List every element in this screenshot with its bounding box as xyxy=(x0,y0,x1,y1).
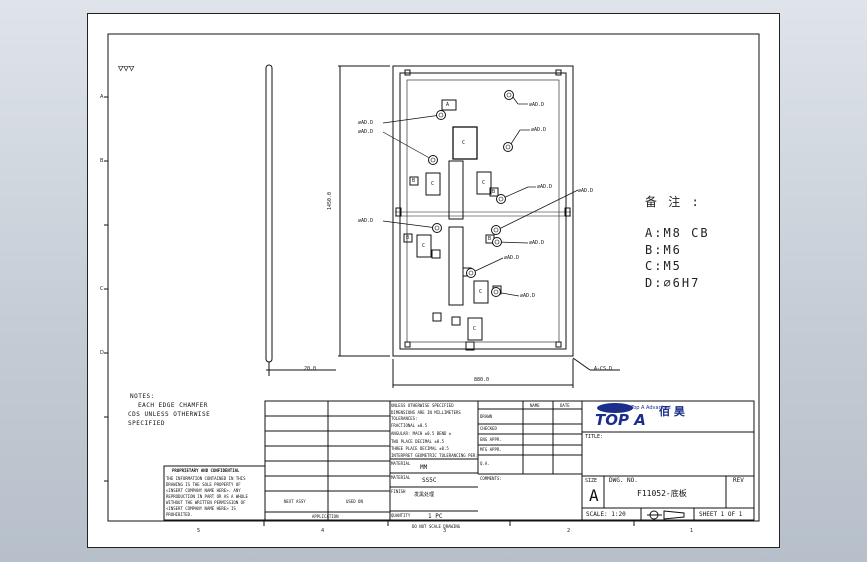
block-letter: B xyxy=(488,236,492,242)
legend-title: 备 注 : xyxy=(645,195,701,209)
block-letter: C xyxy=(482,180,486,186)
hole-label: ∅AD.D xyxy=(504,255,520,261)
tb-drawn: DRAWN xyxy=(480,414,493,419)
tb-angular: ANGULAR: MACH ±0.5 BEND ± xyxy=(391,431,452,436)
tb-two-place: TWO PLACE DECIMAL ±0.5 xyxy=(391,439,444,444)
tb-interpret: INTERPRET GEOMETRIC TOLERANCING PER: xyxy=(391,453,478,458)
tb-unless: UNLESS OTHERWISE SPECIFIED xyxy=(391,403,454,408)
proprietary-line: REPRODUCTION IN PART OR AS A WHOLE xyxy=(166,494,248,499)
tb-finish-label: FINISH xyxy=(391,489,406,494)
tb-finish: 发黑处理 xyxy=(414,492,435,498)
section-label: A-CS.D xyxy=(594,366,613,372)
tb-material-label2: MATERIAL xyxy=(391,475,411,480)
border-mark: B xyxy=(100,158,104,164)
tb-date: DATE xyxy=(560,403,570,408)
hole-label: ∅AD.D xyxy=(529,240,545,246)
logo-cn-text: 佰 昊 xyxy=(659,404,685,418)
tb-mm: MM xyxy=(420,464,428,471)
tb-size-label: SIZE xyxy=(585,478,598,484)
tb-qa: Q.A. xyxy=(480,461,490,466)
tb-size: A xyxy=(589,486,599,505)
tb-used-on: USED ON xyxy=(346,499,363,504)
notes-line: SPECIFIED xyxy=(128,420,166,427)
proprietary-line: DRAWING IS THE SOLE PROPERTY OF xyxy=(166,482,241,487)
block-letter: C xyxy=(422,243,426,249)
tb-eng-appr: ENG APPR. xyxy=(480,437,502,442)
tb-quantity: 1 PC xyxy=(428,513,443,520)
tb-next-assy: NEXT ASSY xyxy=(284,499,306,504)
border-mark: A xyxy=(100,94,104,100)
block-letter: C xyxy=(479,289,483,295)
legend-item: C:M5 xyxy=(645,259,682,273)
notes-heading: NOTES: xyxy=(130,393,155,400)
tb-material: SS5C xyxy=(422,477,437,484)
border-mark: 1 xyxy=(690,528,694,534)
tb-scale: SCALE: 1:20 xyxy=(586,511,626,518)
tb-three-place: THREE PLACE DECIMAL ±0.5 xyxy=(391,446,449,451)
block-letter: C xyxy=(473,326,477,332)
hole-label: ∅AD.D xyxy=(578,188,594,194)
tb-sheet: SHEET 1 OF 1 xyxy=(699,511,743,518)
block-letter: B xyxy=(412,178,416,184)
tb-application: APPLICATION xyxy=(312,514,339,519)
tb-name: NAME xyxy=(530,403,540,408)
thickness-dimension: 20.0 xyxy=(304,366,317,372)
tb-do-not-scale: DO NOT SCALE DRAWING xyxy=(412,524,461,529)
tb-dwg-no: F11052-底板 xyxy=(637,489,687,498)
tb-mfg-appr: MFG APPR. xyxy=(480,447,502,452)
block-letter: B xyxy=(406,235,410,241)
hole-label: ∅AD.D xyxy=(529,102,545,108)
tb-tolerances: TOLERANCES: xyxy=(391,416,418,421)
surface-finish-icon: ▽▽▽ xyxy=(118,64,135,74)
hole-label: ∅AD.D xyxy=(358,120,374,126)
side-view-rod xyxy=(265,64,273,363)
legend-item: B:M6 xyxy=(645,243,682,257)
tb-rev-label: REV xyxy=(733,477,744,484)
border-mark: 5 xyxy=(197,528,201,534)
proprietary-line: <INSERT COMPANY NAME HERE> IS xyxy=(166,506,236,511)
block-letter: A xyxy=(446,102,450,108)
tb-dwg-no-label: DWG. NO. xyxy=(609,477,638,484)
proprietary-line: <INSERT COMPANY NAME HERE>. ANY xyxy=(166,488,241,493)
tb-frac: FRACTIONAL ±0.5 xyxy=(391,423,428,428)
width-dimension: 880.0 xyxy=(474,377,490,383)
hole-label: ∅AD.D xyxy=(531,127,547,133)
tb-checked: CHECKED xyxy=(480,426,497,431)
proprietary-title: PROPRIETARY AND CONFIDENTIAL xyxy=(172,468,240,473)
tb-material-label: MATERIAL xyxy=(391,461,411,466)
block-letter: C xyxy=(462,140,466,146)
hole-label: ∅AD.D xyxy=(358,218,374,224)
height-dimension: 1450.0 xyxy=(327,191,333,210)
proprietary-line: PROHIBITED. xyxy=(166,512,193,517)
company-logo: Top A Advanced TOP A 佰 昊 xyxy=(595,403,685,429)
border-mark: D xyxy=(100,350,104,356)
tb-comments: COMMENTS: xyxy=(480,476,502,481)
border-mark: C xyxy=(100,286,104,292)
block-letter: C xyxy=(431,181,435,187)
logo-main-text: TOP A xyxy=(595,411,646,429)
border-mark: 2 xyxy=(567,528,571,534)
hole-label: ∅AD.D xyxy=(520,293,536,299)
border-mark: 4 xyxy=(321,528,325,534)
tb-quantity-label: QUANTITY xyxy=(391,513,411,518)
notes-line: CDS UNLESS OTHERWISE xyxy=(128,411,211,418)
hole-label: ∅AD.D xyxy=(358,129,374,135)
legend-item: A:M8 CB xyxy=(645,226,710,240)
proprietary-line: WITHOUT THE WRITTEN PERMISSION OF xyxy=(166,500,246,505)
block-letter: B xyxy=(492,189,496,195)
notes-line: EACH EDGE CHAMFER xyxy=(138,402,208,409)
proprietary-line: THE INFORMATION CONTAINED IN THIS xyxy=(166,476,246,481)
hole-label: ∅AD.D xyxy=(537,184,553,190)
tb-title-label: TITLE: xyxy=(585,434,604,440)
legend-item: D:∅6H7 xyxy=(645,276,701,290)
plate-outline xyxy=(392,65,574,357)
